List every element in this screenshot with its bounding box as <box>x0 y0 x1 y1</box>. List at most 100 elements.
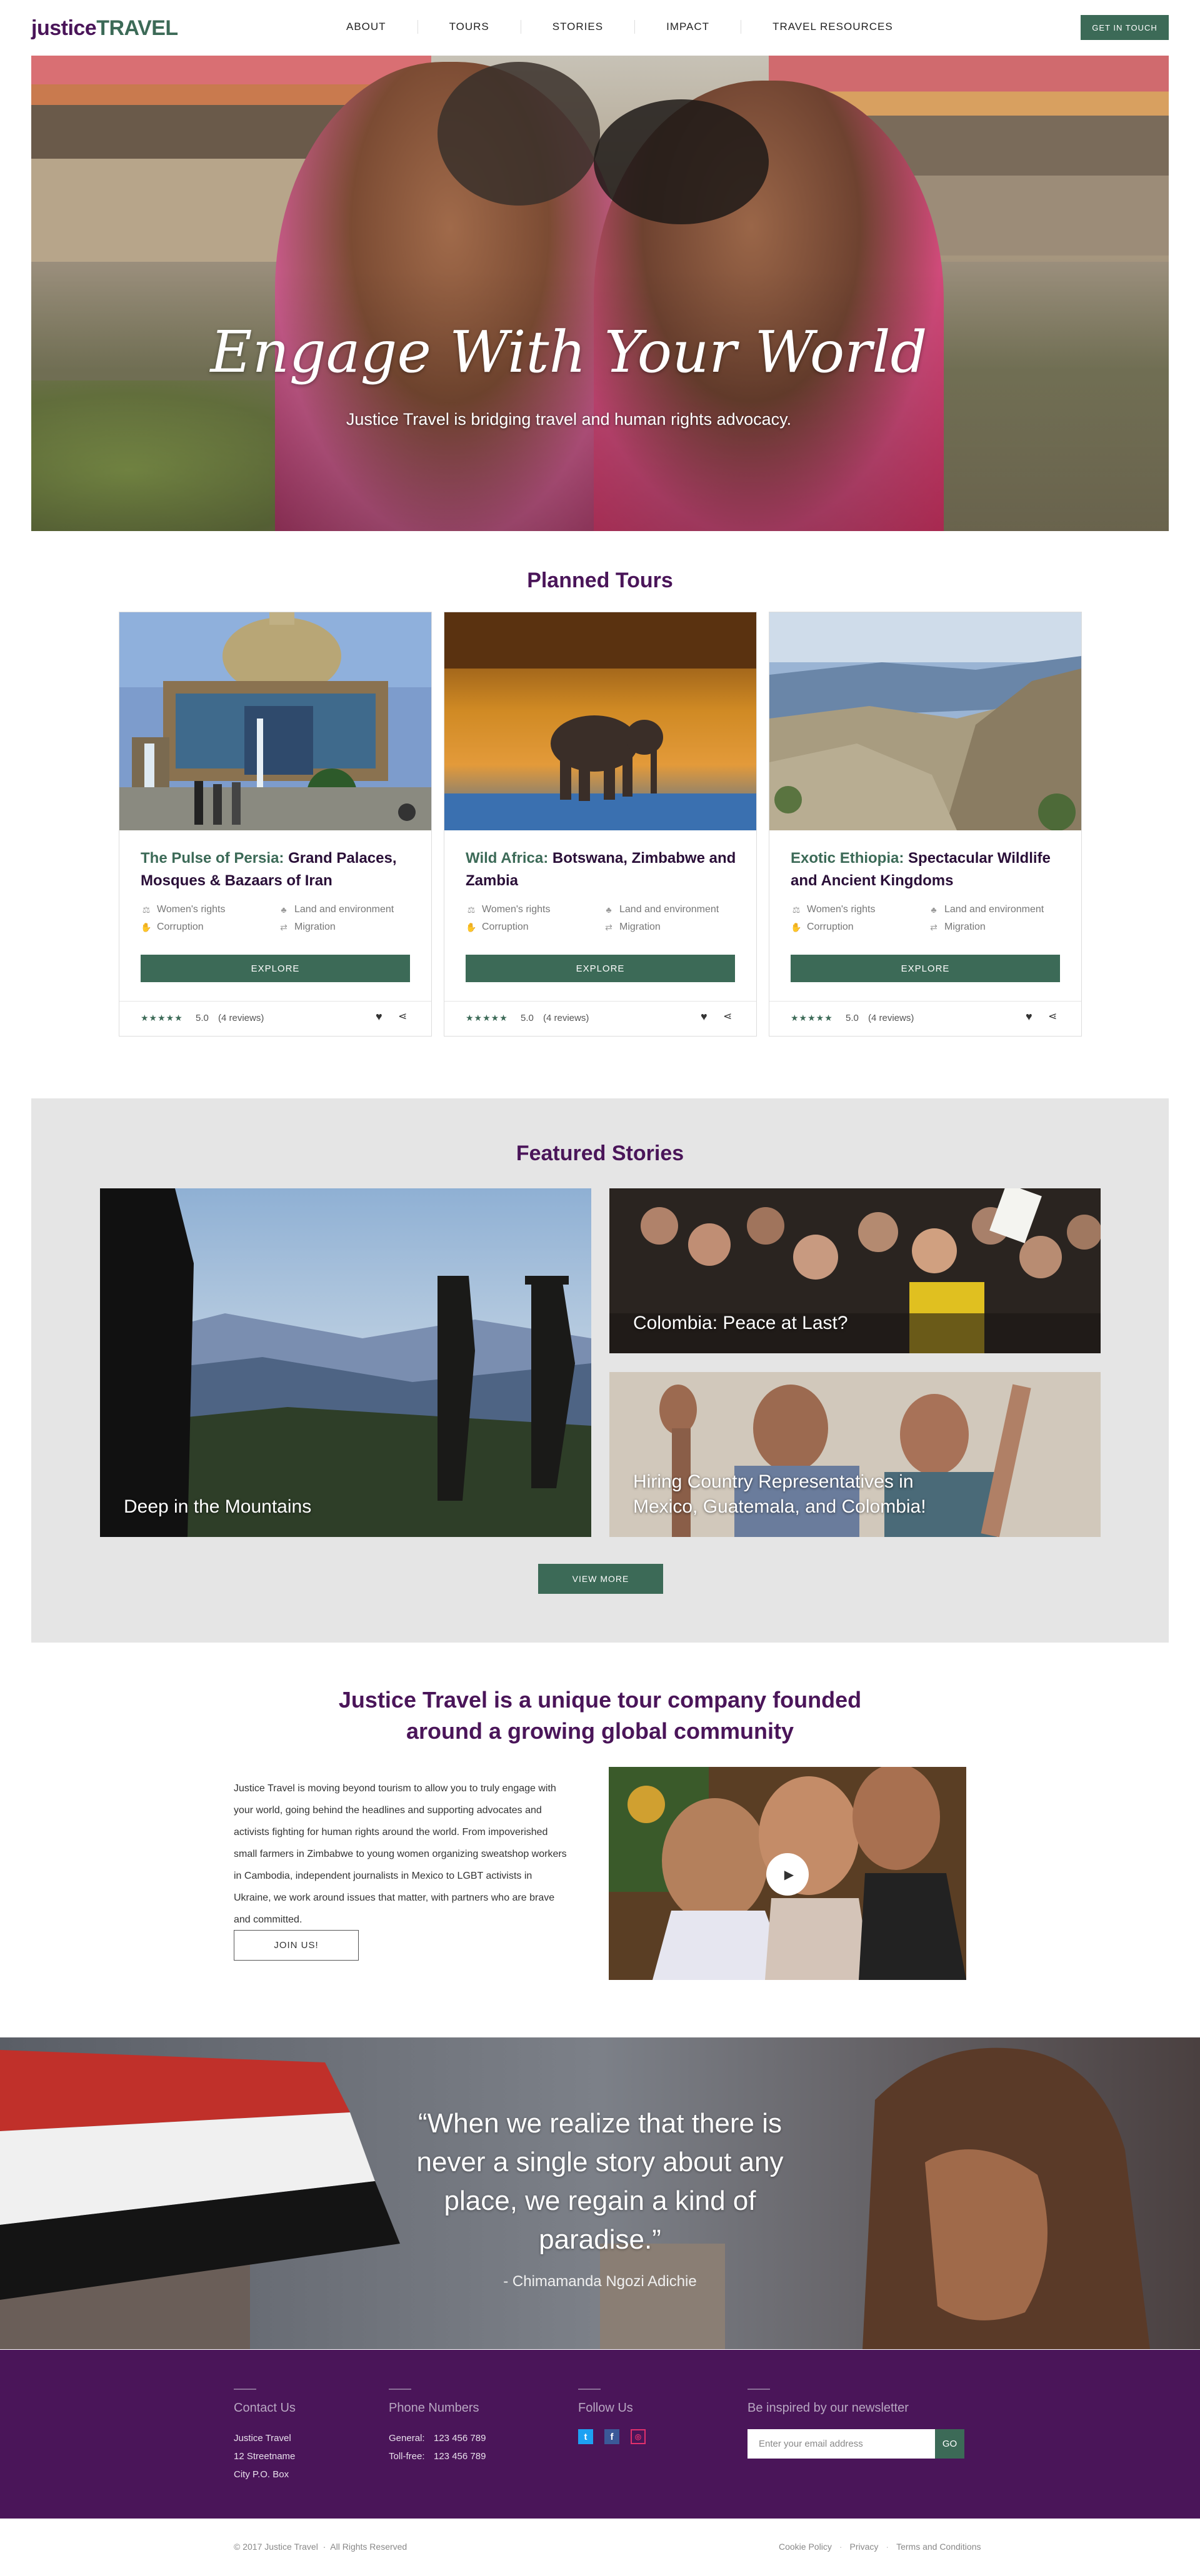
play-icon[interactable]: ▶ <box>766 1853 809 1896</box>
nav-impact[interactable]: IMPACT <box>635 20 742 34</box>
explore-button[interactable]: EXPLORE <box>791 955 1060 982</box>
tour-card: Exotic Ethiopia: Spectacular Wildlife an… <box>769 612 1082 1037</box>
privacy-link[interactable]: Privacy <box>850 2542 879 2552</box>
tour-title[interactable]: Exotic Ethiopia: Spectacular Wildlife an… <box>791 847 1066 892</box>
rating-stars-icon: ★★★★★ <box>791 1013 833 1023</box>
rating-value: 5.0 <box>846 1013 859 1023</box>
site-header: justiceTRAVEL ABOUT TOURS STORIES IMPACT… <box>0 0 1200 55</box>
rating-stars-icon: ★★★★★ <box>466 1013 508 1023</box>
story-caption: Colombia: Peace at Last? <box>633 1313 848 1333</box>
nav-about[interactable]: ABOUT <box>325 20 418 34</box>
story-card-hiring[interactable]: Hiring Country Representatives in Mexico… <box>609 1372 1101 1537</box>
tour-card: Wild Africa: Botswana, Zimbabwe and Zamb… <box>444 612 757 1037</box>
story-caption: Deep in the Mountains <box>124 1496 312 1517</box>
tour-card-footer: ★★★★★ 5.0 (4 reviews) ♥ ⋖ <box>119 1001 431 1036</box>
tour-image-africa[interactable] <box>444 612 756 830</box>
nav-travel-resources[interactable]: TRAVEL RESOURCES <box>741 20 924 34</box>
balance-icon: ⚖ <box>467 905 476 915</box>
tag: ♣ Land and environment <box>603 902 741 917</box>
hand-icon: ✋ <box>141 922 152 932</box>
hero-image <box>31 56 1169 531</box>
heart-icon[interactable]: ♥ <box>701 1010 708 1023</box>
tour-tags: ⚖ Women's rights ♣ Land and environment ✋ C… <box>141 902 416 935</box>
share-icon[interactable]: ⋖ <box>398 1010 407 1023</box>
share-icon[interactable]: ⋖ <box>1048 1010 1057 1023</box>
view-more-button[interactable]: VIEW MORE <box>538 1564 663 1594</box>
reviews-link[interactable]: (4 reviews) <box>868 1013 914 1023</box>
balance-icon: ⚖ <box>142 905 151 915</box>
tour-title[interactable]: The Pulse of Persia: Grand Palaces, Mosq… <box>141 847 416 892</box>
about-title: Justice Travel is a unique tour company … <box>338 1687 862 1744</box>
rating-stars-icon: ★★★★★ <box>141 1013 183 1023</box>
join-us-button[interactable]: JOIN US! <box>234 1930 359 1961</box>
legal-links: Cookie Policy · Privacy · Terms and Condit… <box>779 2542 981 2552</box>
terms-link[interactable]: Terms and Conditions <box>896 2542 981 2552</box>
hero-subtitle: Justice Travel is bridging travel and hu… <box>346 410 792 429</box>
explore-button[interactable]: EXPLORE <box>466 955 735 982</box>
tag: ⇄ Migration <box>603 920 741 935</box>
tag: ⚖ Women's rights <box>466 902 603 917</box>
footer-heading: Follow Us <box>578 2401 633 2415</box>
newsletter-go-button[interactable]: GO <box>935 2429 964 2459</box>
logo[interactable]: justiceTRAVEL <box>31 16 178 41</box>
about-text: Justice Travel is moving beyond tourism … <box>234 1783 567 1925</box>
footer-heading: Be inspired by our newsletter <box>748 2401 909 2415</box>
story-card-colombia[interactable]: Colombia: Peace at Last? <box>609 1188 1101 1353</box>
tour-card-footer: ★★★★★ 5.0 (4 reviews) ♥ ⋖ <box>444 1001 756 1036</box>
featured-title: Featured Stories <box>516 1141 684 1165</box>
rating-value: 5.0 <box>521 1013 534 1023</box>
quote-author: - Chimamanda Ngozi Adichie <box>503 2273 697 2290</box>
story-card-mountains[interactable]: Deep in the Mountains <box>100 1188 591 1537</box>
tag: ♣ Land and environment <box>928 902 1066 917</box>
tag: ✋ Corruption <box>141 920 278 935</box>
tag: ✋ Corruption <box>791 920 928 935</box>
tree-icon: ♣ <box>281 905 287 915</box>
main-nav: ABOUT TOURS STORIES IMPACT TRAVEL RESOUR… <box>325 20 924 34</box>
hand-icon: ✋ <box>466 922 477 932</box>
tag: ✋ Corruption <box>466 920 603 935</box>
explore-button[interactable]: EXPLORE <box>141 955 410 982</box>
reviews-link[interactable]: (4 reviews) <box>543 1013 589 1023</box>
reviews-link[interactable]: (4 reviews) <box>218 1013 264 1023</box>
footer-contact: Contact Us Justice Travel 12 Streetname … <box>234 2389 296 2484</box>
heart-icon[interactable]: ♥ <box>376 1010 382 1023</box>
balance-icon: ⚖ <box>792 905 801 915</box>
tour-image-ethiopia[interactable] <box>769 612 1081 830</box>
newsletter-email-input[interactable]: Enter your email address <box>748 2429 935 2459</box>
nav-tours[interactable]: TOURS <box>418 20 521 34</box>
tour-card-footer: ★★★★★ 5.0 (4 reviews) ♥ ⋖ <box>769 1001 1081 1036</box>
migration-icon: ⇄ <box>280 922 288 932</box>
footer-heading: Phone Numbers <box>389 2401 479 2415</box>
twitter-icon[interactable]: t <box>578 2429 593 2444</box>
heart-icon[interactable]: ♥ <box>1026 1010 1032 1023</box>
footer-phones: Phone Numbers General: 123 456 789 Toll-f… <box>389 2389 486 2465</box>
footer-bottom <box>0 2519 1200 2576</box>
migration-icon: ⇄ <box>930 922 938 932</box>
hero-title: Engage With Your World <box>210 319 928 385</box>
migration-icon: ⇄ <box>605 922 612 932</box>
get-in-touch-button[interactable]: GET IN TOUCH <box>1081 15 1169 40</box>
tour-tags: ⚖ Women's rights ♣ Land and environment ✋ C… <box>791 902 1066 935</box>
footer-follow: Follow Us t f ◎ <box>578 2389 646 2444</box>
tag: ⚖ Women's rights <box>791 902 928 917</box>
copyright: © 2017 Justice Travel · All Rights Reser… <box>234 2542 408 2552</box>
phone-tollfree[interactable]: 123 456 789 <box>434 2451 486 2462</box>
tours-title: Planned Tours <box>527 569 673 592</box>
instagram-icon[interactable]: ◎ <box>631 2429 646 2444</box>
tree-icon: ♣ <box>606 905 612 915</box>
rating-value: 5.0 <box>196 1013 209 1023</box>
phone-general[interactable]: 123 456 789 <box>434 2433 486 2444</box>
tour-tags: ⚖ Women's rights ♣ Land and environment ✋ C… <box>466 902 741 935</box>
hand-icon: ✋ <box>791 922 802 932</box>
cookie-policy-link[interactable]: Cookie Policy <box>779 2542 832 2552</box>
story-caption: Hiring Country Representatives in Mexico… <box>633 1471 926 1517</box>
tag: ⇄ Migration <box>928 920 1066 935</box>
tag: ♣ Land and environment <box>278 902 416 917</box>
tour-title[interactable]: Wild Africa: Botswana, Zimbabwe and Zamb… <box>466 847 741 892</box>
tour-image-persia[interactable] <box>119 612 431 830</box>
tour-card: The Pulse of Persia: Grand Palaces, Mosq… <box>119 612 432 1037</box>
facebook-icon[interactable]: f <box>604 2429 619 2444</box>
tag: ⚖ Women's rights <box>141 902 278 917</box>
nav-stories[interactable]: STORIES <box>521 20 636 34</box>
share-icon[interactable]: ⋖ <box>723 1010 732 1023</box>
